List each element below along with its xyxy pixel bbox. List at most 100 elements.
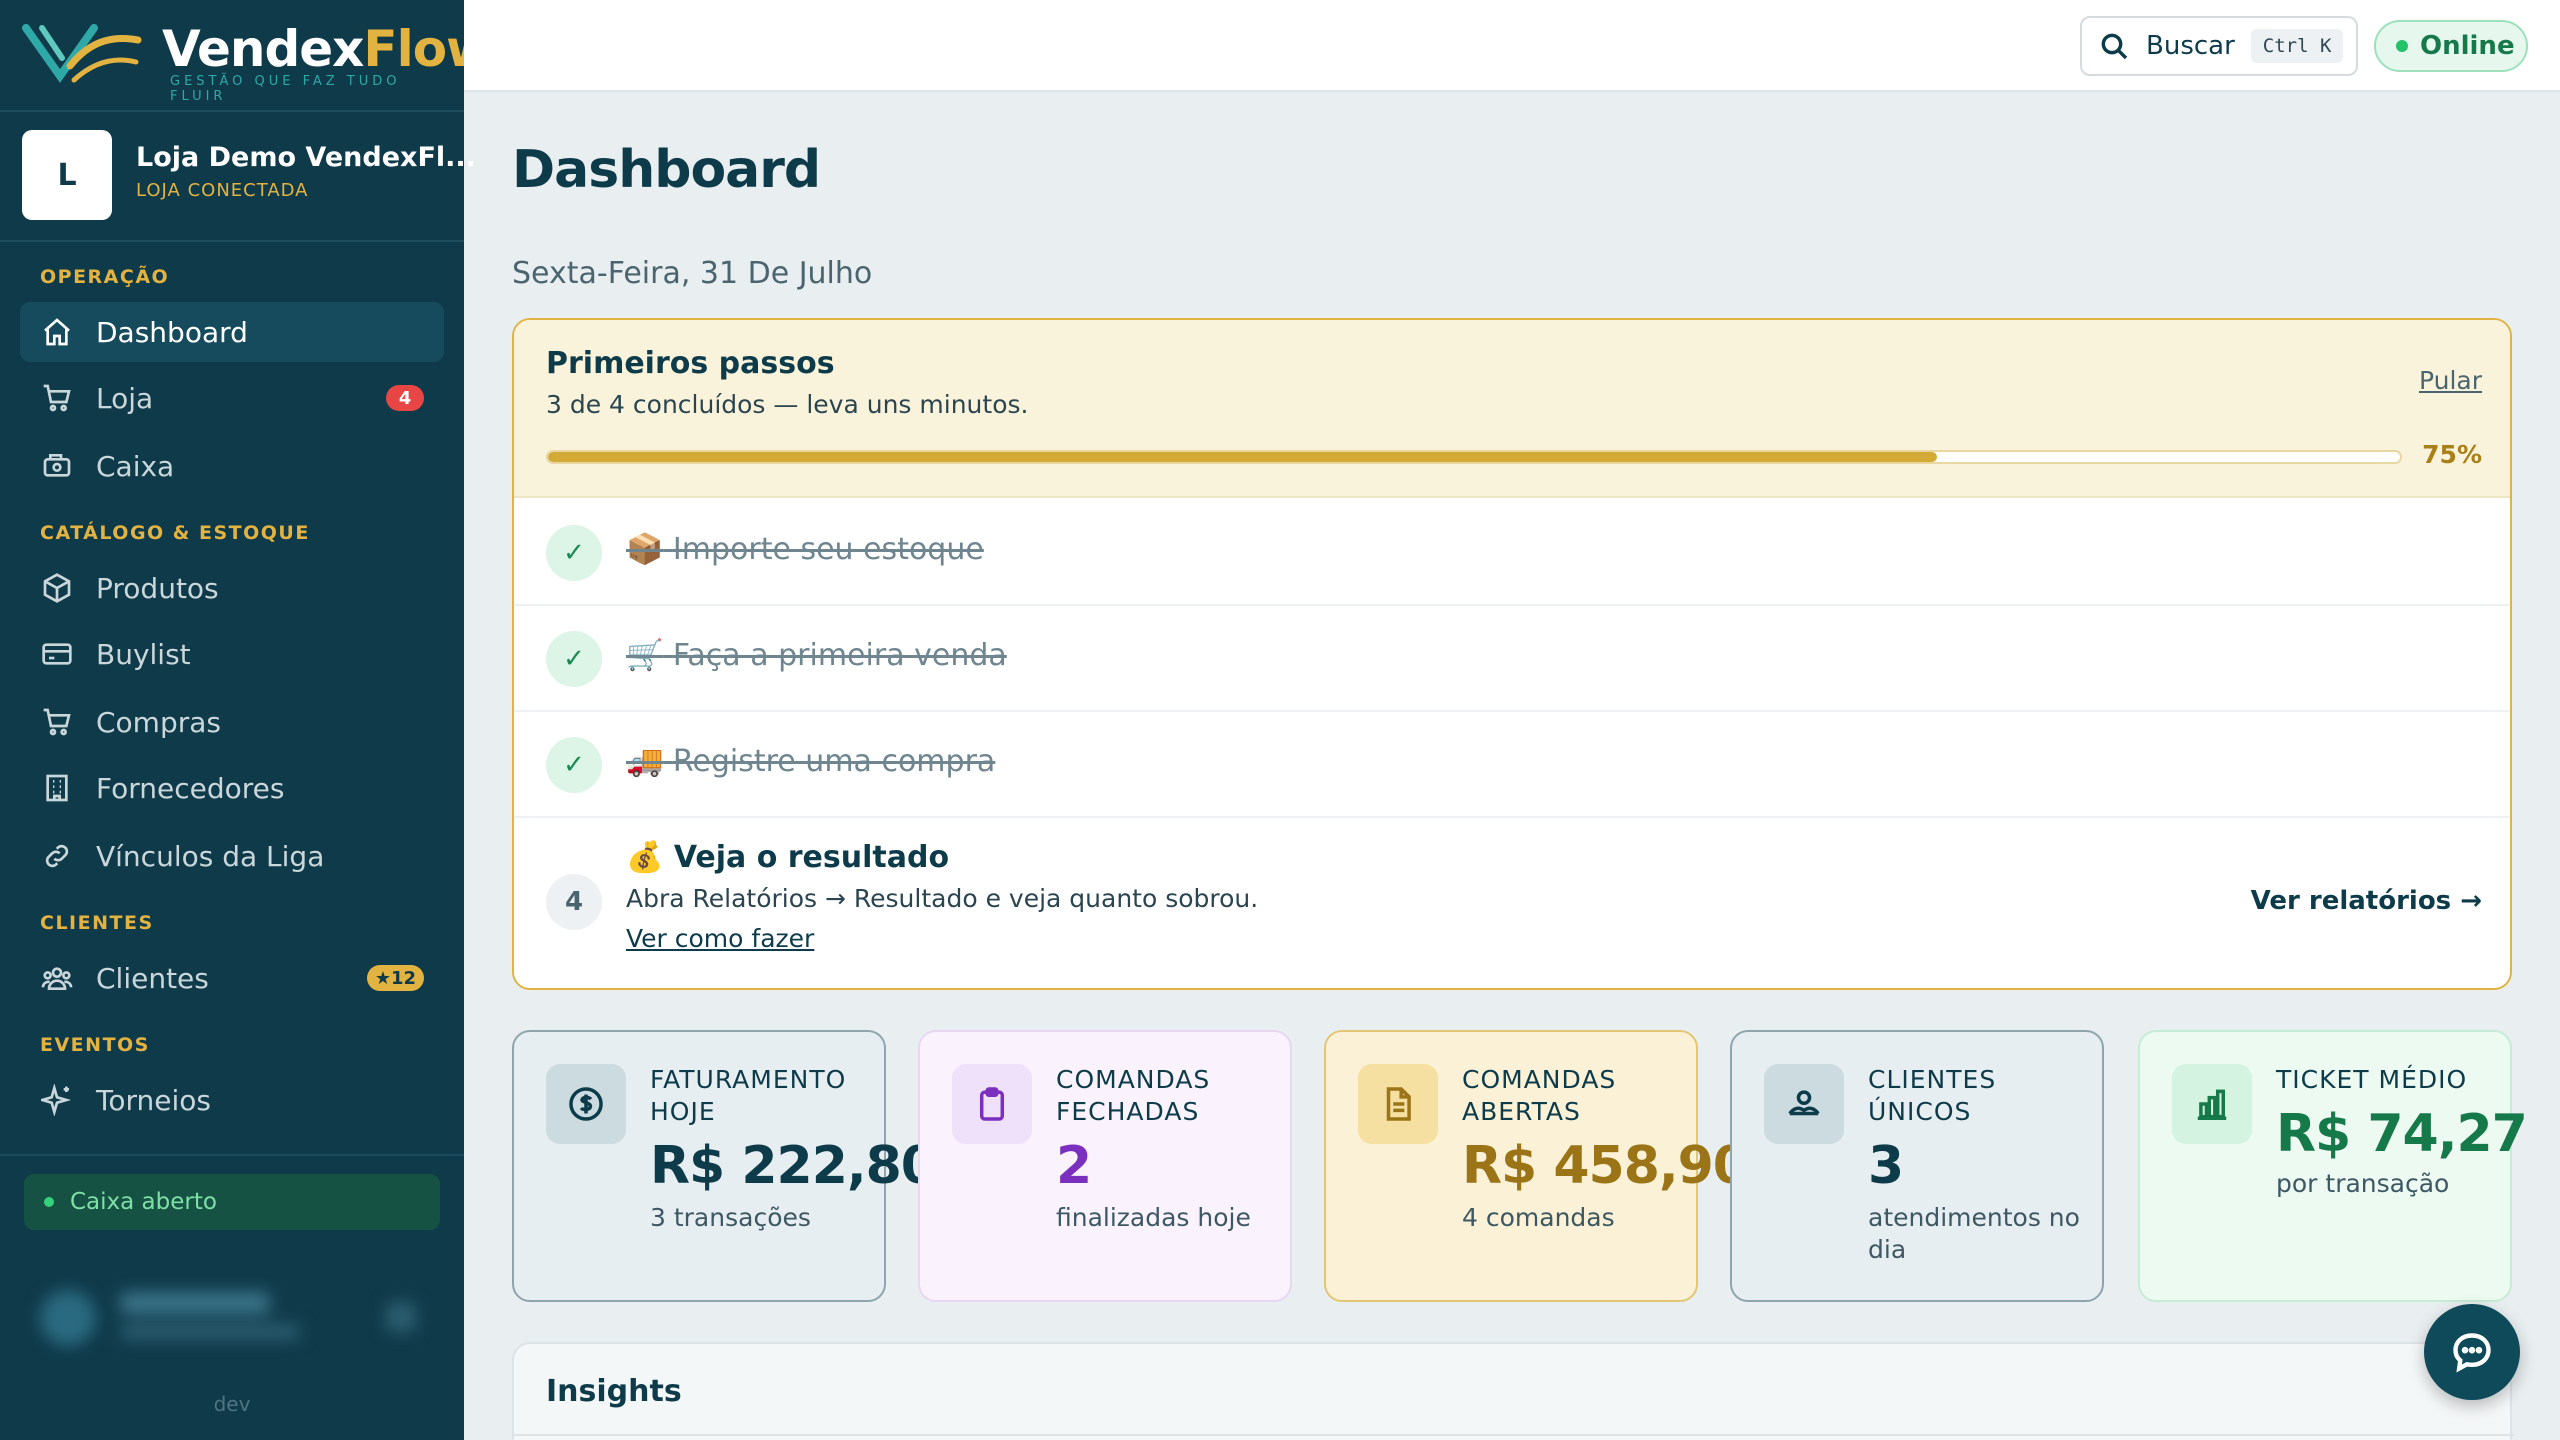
sidebar-item-label: Compras (96, 705, 221, 739)
kpi-subtext: finalizadas hoje (1056, 1203, 1251, 1232)
onboarding-title: Primeiros passos (546, 346, 835, 381)
sparkle-icon (40, 1083, 74, 1117)
onboarding-step-done[interactable]: ✓ 🛒 Faça a primeira venda (514, 606, 2510, 712)
notification-badge: 4 (386, 385, 424, 411)
box-icon (40, 571, 74, 605)
sidebar-item-label: Vínculos da Liga (96, 839, 325, 873)
progress-percent: 75% (2422, 440, 2482, 469)
sidebar-item-caixa[interactable]: Caixa (20, 436, 444, 496)
user-profile-blurred[interactable] (40, 1280, 420, 1360)
search-label: Buscar (2146, 31, 2235, 61)
sidebar-item-loja[interactable]: Loja 4 (20, 368, 444, 428)
top-bar: Buscar Ctrl K Online (464, 0, 2560, 92)
onboarding-subtitle: 3 de 4 concluídos — leva uns minutos. (546, 390, 1029, 419)
page-date: Sexta-Feira, 31 De Julho (512, 256, 873, 291)
kpi-card-comandas-abertas[interactable]: COMANDAS ABERTAS R$ 458,90 4 comandas (1324, 1030, 1749, 1302)
sidebar-item-compras[interactable]: Compras (20, 692, 444, 752)
cart-icon (40, 381, 74, 415)
sidebar-item-produtos[interactable]: Produtos (20, 558, 444, 618)
onboarding-card: Primeiros passos 3 de 4 concluídos — lev… (512, 318, 2512, 990)
kpi-label: FATURAMENTO HOJE (650, 1065, 847, 1126)
brand-name-part1: Vendex (162, 20, 364, 78)
check-icon: ✓ (546, 737, 602, 793)
onboarding-progress-bar (546, 450, 2402, 464)
sidebar-item-dashboard[interactable]: Dashboard (20, 302, 444, 362)
connection-status-badge: Online (2374, 20, 2528, 72)
step-title: 💰 Veja o resultado (626, 840, 949, 875)
step-label-text: Registre uma compra (672, 744, 996, 779)
chat-bubble-icon (2453, 1333, 2491, 1373)
kpi-icon-box (2172, 1064, 2252, 1144)
section-title-eventos: EVENTOS (40, 1034, 150, 1056)
kpi-value: R$ 222,80 (650, 1136, 937, 1196)
sidebar-item-clientes[interactable]: Clientes ★12 (20, 948, 444, 1008)
clipboard-icon (979, 1087, 1005, 1121)
kpi-card-comandas-fechadas[interactable]: COMANDAS FECHADAS 2 finalizadas hoje (918, 1030, 1292, 1302)
divider (0, 1154, 464, 1156)
sidebar-item-buylist[interactable]: Buylist (20, 624, 444, 684)
search-icon (2101, 33, 2128, 60)
sidebar-item-label: Loja (96, 381, 154, 415)
sidebar-item-torneios[interactable]: Torneios (20, 1070, 444, 1130)
cash-status-indicator[interactable]: Caixa aberto (24, 1174, 440, 1230)
users-icon (40, 961, 74, 995)
cash-register-icon (40, 449, 74, 483)
check-icon: ✓ (546, 525, 602, 581)
view-reports-button[interactable]: Ver relatórios → (2251, 886, 2482, 916)
kpi-subtext: atendimentos no dia (1868, 1203, 2080, 1264)
kpi-card-faturamento[interactable]: FATURAMENTO HOJE R$ 222,80 3 transações (512, 1030, 937, 1302)
kpi-value: 3 (1868, 1136, 1904, 1196)
keyboard-shortcut: Ctrl K (2250, 29, 2344, 63)
kpi-subtext: por transação (2276, 1169, 2450, 1198)
kpi-card-ticket-medio[interactable]: TICKET MÉDIO R$ 74,27 por transação (2138, 1030, 2528, 1302)
link-icon (40, 839, 74, 873)
step-label-text: Importe seu estoque (672, 532, 984, 567)
cart-emoji-icon: 🛒 (626, 638, 664, 673)
document-icon (1386, 1087, 1411, 1121)
kpi-icon-box (952, 1064, 1032, 1144)
sidebar-item-fornecedores[interactable]: Fornecedores (20, 758, 444, 818)
sidebar: VendexFlow GESTÃO QUE FAZ TUDO FLUIR L L… (0, 0, 492, 1440)
check-icon: ✓ (546, 631, 602, 687)
sidebar-item-label: Caixa (96, 449, 175, 483)
divider (0, 110, 464, 112)
brand-logo[interactable]: VendexFlow GESTÃO QUE FAZ TUDO FLUIR (22, 14, 492, 104)
onboarding-header: Primeiros passos 3 de 4 concluídos — lev… (514, 320, 2510, 498)
kpi-label: COMANDAS FECHADAS (1056, 1065, 1211, 1126)
cash-status-label: Caixa aberto (70, 1189, 217, 1215)
section-title-operacao: OPERAÇÃO (40, 266, 170, 288)
logo-mark-icon (22, 24, 142, 83)
step-label: 🚚 Registre uma compra (626, 744, 995, 779)
kpi-subtext: 4 comandas (1462, 1203, 1615, 1232)
section-title-catalogo: CATÁLOGO & ESTOQUE (40, 522, 310, 544)
step-label: 📦 Importe seu estoque (626, 532, 984, 567)
how-to-link[interactable]: Ver como fazer (626, 924, 814, 953)
kpi-value: 2 (1056, 1136, 1092, 1196)
sidebar-item-vinculos-liga[interactable]: Vínculos da Liga (20, 826, 444, 886)
store-avatar: L (22, 130, 112, 220)
bar-chart-icon (2197, 1089, 2227, 1120)
kpi-label: CLIENTES ÚNICOS (1868, 1065, 1997, 1126)
building-icon (40, 771, 74, 805)
store-switcher[interactable]: L Loja Demo VendexFl... LOJA CONECTADA (22, 130, 476, 222)
chat-support-button[interactable] (2424, 1304, 2520, 1400)
section-title-clientes: CLIENTES (40, 912, 154, 934)
step-label-text: Faça a primeira venda (672, 638, 1007, 673)
kpi-value: R$ 458,90 (1462, 1136, 1749, 1196)
skip-link[interactable]: Pular (2419, 366, 2482, 395)
step-description: Abra Relatórios → Resultado e veja quant… (626, 884, 1259, 913)
sidebar-item-label: Clientes (96, 961, 209, 995)
insights-card: Insights (512, 1342, 2514, 1440)
kpi-card-clientes-unicos[interactable]: CLIENTES ÚNICOS 3 atendimentos no dia (1730, 1030, 2104, 1302)
kpi-label: COMANDAS ABERTAS (1462, 1065, 1617, 1126)
kpi-icon-box (1358, 1064, 1438, 1144)
search-button[interactable]: Buscar Ctrl K (2080, 16, 2358, 76)
onboarding-step-done[interactable]: ✓ 📦 Importe seu estoque (514, 500, 2510, 606)
truck-emoji-icon: 🚚 (626, 744, 664, 779)
onboarding-step-done[interactable]: ✓ 🚚 Registre uma compra (514, 712, 2510, 818)
status-dot-icon (44, 1197, 54, 1207)
divider (514, 1434, 2514, 1436)
step-title-text: Veja o resultado (673, 840, 950, 875)
money-bag-emoji-icon: 💰 (626, 840, 664, 875)
sidebar-item-label: Produtos (96, 571, 219, 605)
